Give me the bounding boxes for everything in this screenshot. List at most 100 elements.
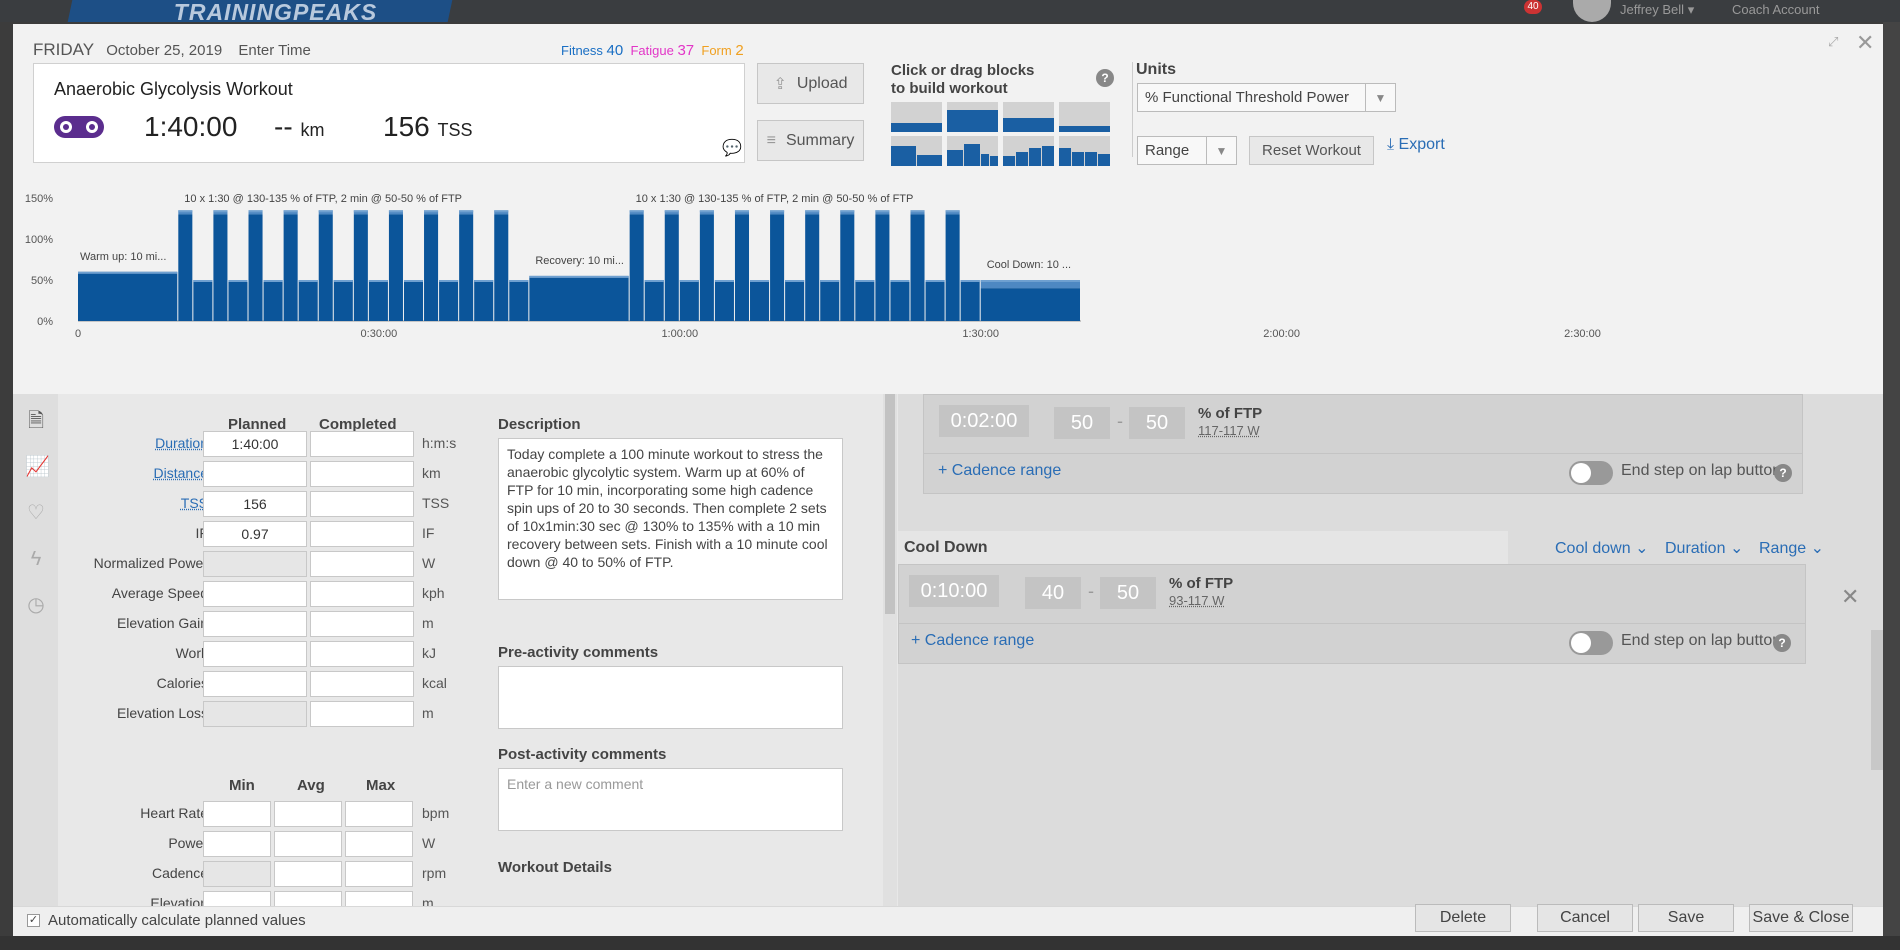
- graph-icon[interactable]: 📈: [25, 456, 50, 478]
- max-input[interactable]: [345, 801, 413, 827]
- upload-button[interactable]: ⇪ Upload: [757, 63, 864, 104]
- date-label[interactable]: October 25, 2019: [106, 42, 222, 59]
- units-select[interactable]: % Functional Threshold Power ▼: [1137, 83, 1396, 112]
- step-high[interactable]: 50: [1129, 407, 1185, 439]
- expand-icon[interactable]: ⤢: [1828, 34, 1838, 50]
- heart-icon[interactable]: ♡: [25, 502, 47, 524]
- planned-input[interactable]: 1:40:00: [203, 431, 307, 457]
- planned-input[interactable]: [203, 641, 307, 667]
- remove-step-icon[interactable]: ✕: [1841, 584, 1859, 610]
- planned-input[interactable]: 0.97: [203, 521, 307, 547]
- completed-input[interactable]: [310, 461, 414, 487]
- completed-input[interactable]: [310, 641, 414, 667]
- enter-time-link[interactable]: Enter Time: [238, 42, 311, 59]
- completed-input[interactable]: [310, 611, 414, 637]
- max-input[interactable]: [345, 861, 413, 887]
- cooldown-high[interactable]: 50: [1100, 577, 1156, 609]
- workout-summary-card: Anaerobic Glycolysis Workout 1:40:00 -- …: [33, 63, 745, 163]
- max-input[interactable]: [345, 831, 413, 857]
- avg-input[interactable]: [274, 861, 342, 887]
- close-icon[interactable]: ✕: [1856, 30, 1874, 56]
- description-text[interactable]: Today complete a 100 minute workout to s…: [498, 438, 843, 600]
- lightning-icon[interactable]: ϟ: [25, 548, 47, 570]
- completed-input[interactable]: [310, 581, 414, 607]
- planned-input[interactable]: [203, 671, 307, 697]
- block-single[interactable]: [891, 102, 942, 132]
- form-label: Form: [701, 43, 732, 58]
- delete-button[interactable]: Delete: [1415, 904, 1511, 932]
- help-icon[interactable]: ?: [1773, 634, 1791, 652]
- field-unit: TSS: [422, 495, 450, 511]
- min-input[interactable]: [203, 831, 271, 857]
- block-single-low[interactable]: [1059, 102, 1110, 132]
- bar-cap: [78, 271, 178, 274]
- completed-input[interactable]: [310, 491, 414, 517]
- export-button[interactable]: ⤓ Export: [1387, 136, 1445, 154]
- bar-cap: [248, 210, 263, 213]
- planned-input[interactable]: [203, 461, 307, 487]
- min-input[interactable]: [203, 801, 271, 827]
- cooldown-low[interactable]: 40: [1025, 577, 1081, 609]
- completed-input[interactable]: [310, 551, 414, 577]
- document-icon[interactable]: 🗎: [25, 410, 47, 432]
- save-button[interactable]: Save: [1638, 904, 1734, 932]
- step-low[interactable]: 50: [1054, 407, 1110, 439]
- avatar[interactable]: [1573, 0, 1611, 22]
- cooldown-time[interactable]: 0:10:00: [909, 575, 999, 607]
- user-menu[interactable]: Jeffrey Bell ▾: [1620, 2, 1694, 18]
- planned-input[interactable]: [203, 611, 307, 637]
- field-label[interactable]: TSS: [58, 495, 208, 511]
- block-repeat[interactable]: [1059, 136, 1110, 166]
- auto-calc-checkbox[interactable]: ✓ Automatically calculate planned values: [27, 912, 306, 929]
- comments-icon[interactable]: 💬: [722, 138, 742, 158]
- help-icon[interactable]: ?: [1774, 464, 1792, 482]
- brand-logo[interactable]: TRAININGPEAKS: [67, 0, 453, 25]
- block-single-mid[interactable]: [1003, 102, 1054, 132]
- workout-title[interactable]: Anaerobic Glycolysis Workout: [54, 79, 293, 100]
- end-step-toggle[interactable]: [1569, 631, 1613, 655]
- checkbox-icon[interactable]: ✓: [27, 914, 40, 927]
- coach-account-link[interactable]: Coach Account: [1732, 2, 1819, 17]
- workout-bar: [298, 280, 318, 321]
- range-select[interactable]: Range ▼: [1137, 136, 1237, 165]
- field-label[interactable]: Duration: [58, 435, 208, 451]
- step-type-dropdown[interactable]: Cool down ⌄: [1555, 538, 1648, 558]
- block-ramp[interactable]: [1003, 136, 1054, 166]
- cadence-range-link[interactable]: + Cadence range: [911, 632, 1034, 650]
- right-scrollbar[interactable]: [1871, 630, 1883, 770]
- planned-input[interactable]: [203, 581, 307, 607]
- summary-button[interactable]: ≡ Summary: [757, 120, 864, 161]
- workout-bar: [980, 288, 1080, 321]
- field-label[interactable]: Distance: [58, 465, 208, 481]
- planned-input[interactable]: 156: [203, 491, 307, 517]
- clock-icon[interactable]: ◷: [25, 594, 47, 616]
- cadence-range-link[interactable]: + Cadence range: [938, 462, 1061, 480]
- workout-modal: FRIDAY October 25, 2019 Enter Time Fitne…: [13, 24, 1883, 936]
- range-dropdown[interactable]: Range ⌄: [1759, 538, 1824, 558]
- block-three-step[interactable]: [947, 136, 998, 166]
- completed-input[interactable]: [310, 701, 414, 727]
- completed-input[interactable]: [310, 431, 414, 457]
- workout-bar: [714, 280, 734, 321]
- step-time[interactable]: 0:02:00: [939, 405, 1029, 437]
- avg-input[interactable]: [274, 801, 342, 827]
- pre-activity-comment[interactable]: [498, 666, 843, 729]
- save-close-button[interactable]: Save & Close: [1749, 904, 1853, 932]
- min-input[interactable]: [203, 861, 271, 887]
- block-single-high[interactable]: [947, 102, 998, 132]
- workout-bar: [664, 214, 679, 321]
- left-scrollbar[interactable]: [883, 394, 897, 906]
- fitness-value: 40: [606, 42, 624, 59]
- post-activity-comment[interactable]: Enter a new comment: [498, 768, 843, 831]
- end-step-toggle[interactable]: [1569, 461, 1613, 485]
- bar-cap: [213, 210, 228, 213]
- duration-dropdown[interactable]: Duration ⌄: [1665, 538, 1743, 558]
- completed-input[interactable]: [310, 671, 414, 697]
- completed-input[interactable]: [310, 521, 414, 547]
- avg-input[interactable]: [274, 831, 342, 857]
- reset-workout-button[interactable]: Reset Workout: [1249, 136, 1374, 165]
- block-two-step[interactable]: [891, 136, 942, 166]
- help-icon[interactable]: ?: [1096, 69, 1114, 87]
- cancel-button[interactable]: Cancel: [1537, 904, 1633, 932]
- notification-badge[interactable]: 40: [1524, 0, 1542, 14]
